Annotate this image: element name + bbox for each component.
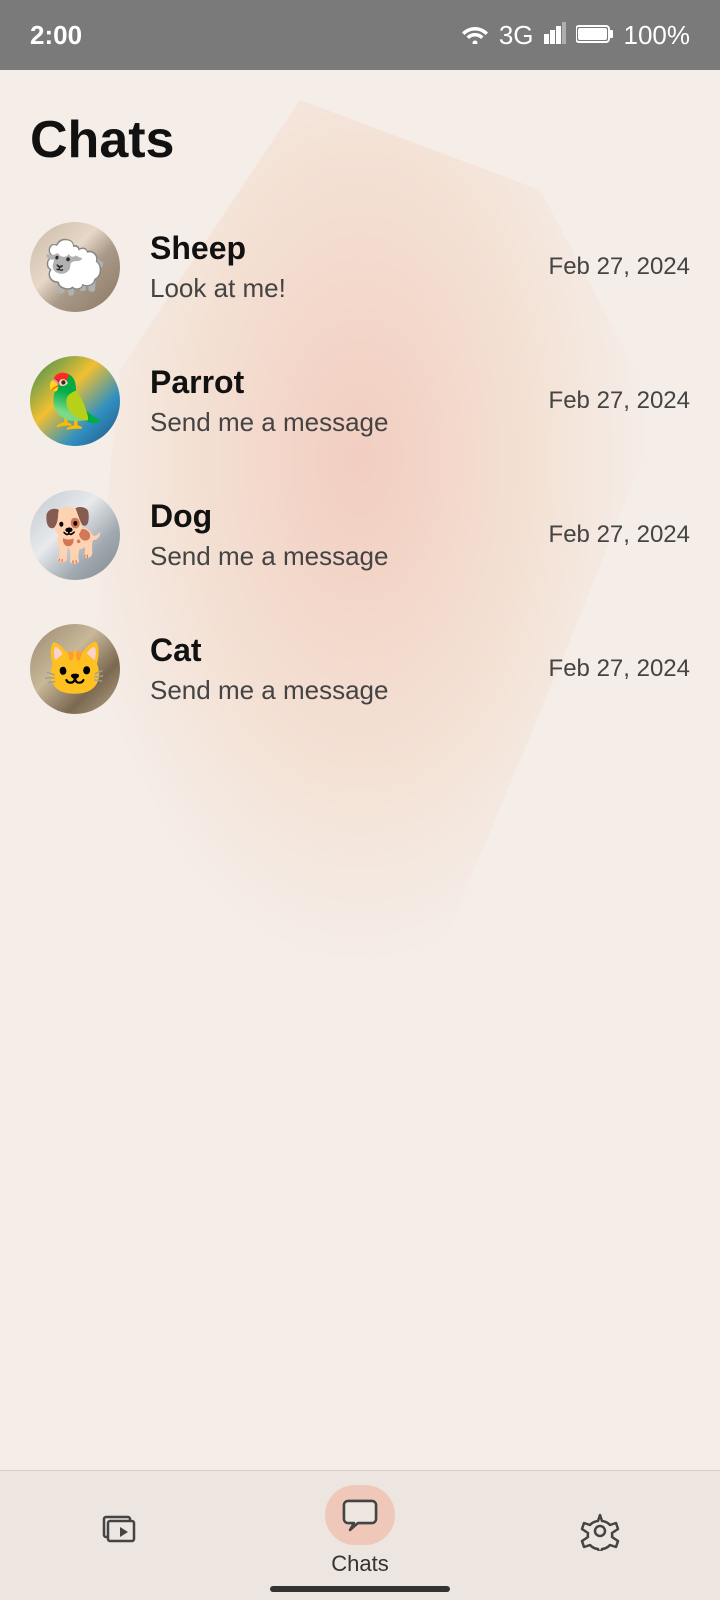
chat-info-dog: Dog Send me a message: [150, 498, 549, 572]
main-content: Chats 🐑 Sheep Look at me! Feb 27, 2024 🦜…: [0, 70, 720, 1470]
nav-label-chats: Chats: [331, 1551, 388, 1577]
battery-label: 100%: [624, 20, 691, 51]
network-label: 3G: [499, 20, 534, 51]
nav-item-chats[interactable]: Chats: [300, 1485, 420, 1577]
chat-name-sheep: Sheep: [150, 230, 549, 267]
avatar-dog: 🐕: [30, 490, 120, 580]
nav-icon-wrap-settings: [565, 1501, 635, 1561]
chat-item-sheep[interactable]: 🐑 Sheep Look at me! Feb 27, 2024: [30, 200, 690, 334]
nav-icon-wrap-chats: [325, 1485, 395, 1545]
chat-item-parrot[interactable]: 🦜 Parrot Send me a message Feb 27, 2024: [30, 334, 690, 468]
avatar-sheep: 🐑: [30, 222, 120, 312]
bottom-nav: Chats: [0, 1470, 720, 1600]
wifi-icon: [461, 20, 489, 51]
avatar-emoji-cat: 🐱: [43, 639, 108, 700]
chat-preview-sheep: Look at me!: [150, 273, 549, 304]
status-time: 2:00: [30, 20, 82, 51]
signal-icon: [544, 20, 566, 51]
chat-name-dog: Dog: [150, 498, 549, 535]
chat-item-dog[interactable]: 🐕 Dog Send me a message Feb 27, 2024: [30, 468, 690, 602]
chat-date-cat: Feb 27, 2024: [549, 655, 690, 683]
chat-name-parrot: Parrot: [150, 364, 549, 401]
chat-date-parrot: Feb 27, 2024: [549, 387, 690, 415]
avatar-cat: 🐱: [30, 624, 120, 714]
chat-info-parrot: Parrot Send me a message: [150, 364, 549, 438]
chat-date-dog: Feb 27, 2024: [549, 521, 690, 549]
chat-preview-parrot: Send me a message: [150, 407, 549, 438]
nav-item-media[interactable]: [60, 1501, 180, 1561]
chat-info-cat: Cat Send me a message: [150, 632, 549, 706]
chat-date-sheep: Feb 27, 2024: [549, 253, 690, 281]
chat-preview-cat: Send me a message: [150, 675, 549, 706]
page-title: Chats: [30, 110, 690, 170]
status-bar: 2:00 3G 100%: [0, 0, 720, 70]
battery-icon: [576, 20, 614, 51]
nav-item-settings[interactable]: [540, 1501, 660, 1561]
chat-item-cat[interactable]: 🐱 Cat Send me a message Feb 27, 2024: [30, 602, 690, 736]
home-indicator: [270, 1586, 450, 1592]
avatar-emoji-sheep: 🐑: [43, 237, 108, 298]
avatar-emoji-dog: 🐕: [43, 505, 108, 566]
status-right: 3G 100%: [461, 20, 690, 51]
nav-icon-wrap-media: [85, 1501, 155, 1561]
avatar-parrot: 🦜: [30, 356, 120, 446]
avatar-emoji-parrot: 🦜: [43, 371, 108, 432]
chat-preview-dog: Send me a message: [150, 541, 549, 572]
chat-info-sheep: Sheep Look at me!: [150, 230, 549, 304]
chat-list: 🐑 Sheep Look at me! Feb 27, 2024 🦜 Parro…: [30, 200, 690, 736]
chat-name-cat: Cat: [150, 632, 549, 669]
